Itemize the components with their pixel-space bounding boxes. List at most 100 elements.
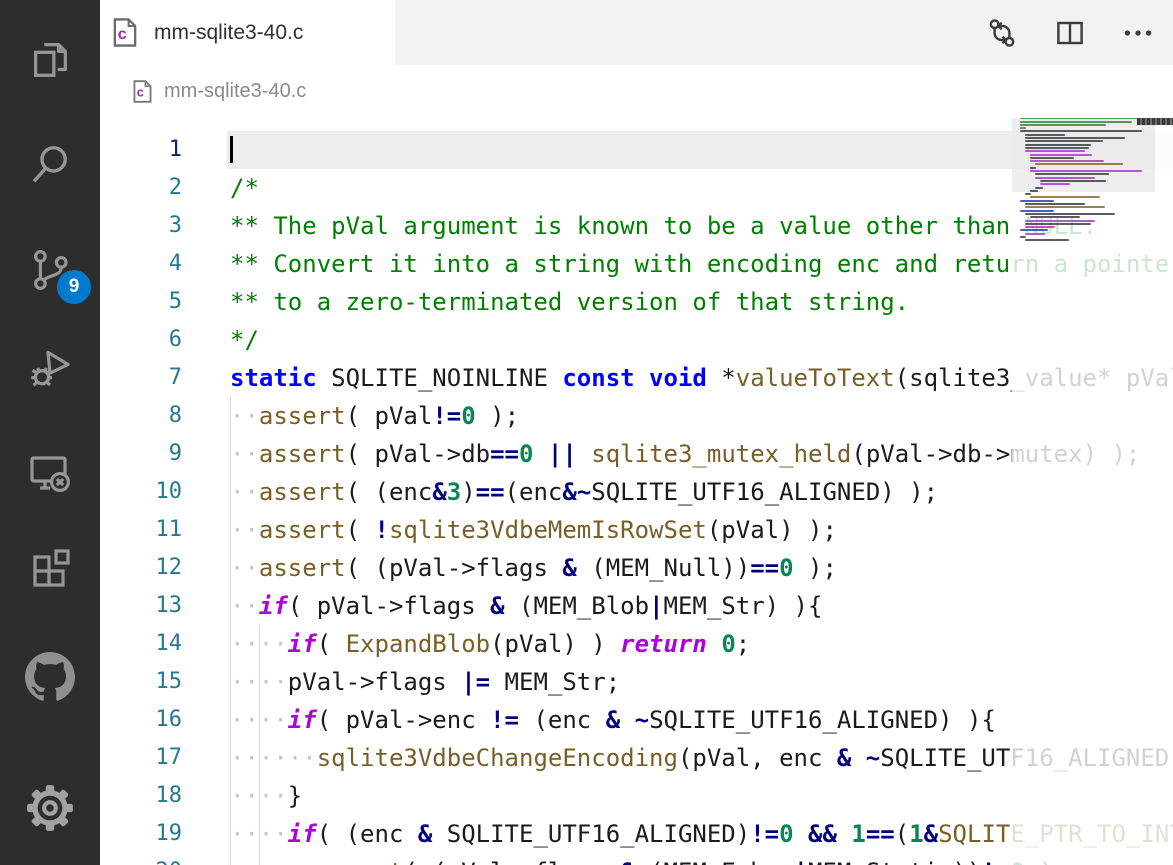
- token-pl: [794, 820, 808, 848]
- token-op: !=: [490, 706, 519, 734]
- line-number: 19: [100, 815, 182, 853]
- token-op: |=: [461, 668, 490, 696]
- token-num: 0: [779, 820, 793, 848]
- line-number: 11: [100, 511, 182, 549]
- token-op: &: [490, 592, 504, 620]
- token-ctl: return: [620, 630, 707, 658]
- minimap-row: [1025, 220, 1095, 222]
- token-fn: assert: [259, 402, 346, 430]
- minimap-code: [1020, 114, 1155, 243]
- activity-bar: 9: [0, 0, 100, 865]
- token-cm: */: [230, 326, 259, 354]
- token-pl: MEM_Static)): [808, 858, 981, 865]
- line-number: 20: [100, 853, 182, 865]
- token-op: ==: [866, 820, 895, 848]
- minimap-row: [1030, 157, 1074, 159]
- token-pl: ): [461, 478, 475, 506]
- github-icon[interactable]: [0, 641, 100, 713]
- minimap-row: [1030, 216, 1080, 218]
- token-op: &&: [808, 820, 837, 848]
- minimap-row: [1025, 203, 1085, 205]
- minimap-row: [1025, 150, 1085, 152]
- token-pl: [533, 440, 547, 468]
- token-num: 1: [851, 820, 865, 848]
- token-pl: }: [288, 782, 302, 810]
- minimap-row: [1020, 130, 1142, 132]
- minimap-row: [1025, 206, 1105, 208]
- tab-mm-sqlite3-40[interactable]: c mm-sqlite3-40.c: [100, 0, 395, 65]
- line-number: 8: [100, 397, 182, 435]
- line-number: 18: [100, 777, 182, 815]
- token-op: |: [794, 858, 808, 865]
- tab-label: mm-sqlite3-40.c: [154, 21, 303, 45]
- code-text: ··if( pVal->flags & (MEM_Blob|MEM_Str) )…: [182, 587, 822, 625]
- token-fn: ExpandBlob: [346, 630, 491, 658]
- token-pl: SQLITE_UTF16_ALIGNED) ){: [649, 706, 996, 734]
- token-pl: [851, 744, 865, 772]
- source-control-icon[interactable]: 9: [0, 234, 100, 306]
- minimap-row: [1020, 200, 1054, 202]
- token-fn: assert: [259, 554, 346, 582]
- token-op: !=: [750, 820, 779, 848]
- c-file-icon: c: [113, 18, 137, 47]
- remote-explorer-icon[interactable]: [0, 437, 100, 509]
- token-pl: ( (pVal->flags: [346, 554, 563, 582]
- split-editor-icon[interactable]: [1053, 16, 1087, 50]
- token-kw: const: [562, 364, 634, 392]
- token-ws: ··: [230, 402, 259, 430]
- token-pl: [577, 440, 591, 468]
- token-ctl: if: [288, 820, 317, 848]
- settings-gear-icon[interactable]: [0, 772, 100, 844]
- token-pl: [837, 820, 851, 848]
- line-number: 9: [100, 435, 182, 473]
- line-number: 10: [100, 473, 182, 511]
- code-text: ··assert( (enc&3)==(enc&~SQLITE_UTF16_AL…: [182, 473, 938, 511]
- token-pl: ( (enc: [346, 478, 433, 506]
- open-changes-icon[interactable]: [985, 16, 1019, 50]
- extensions-icon[interactable]: [0, 532, 100, 604]
- explorer-icon[interactable]: [0, 23, 100, 95]
- code-text: ······assert( (pVal->flags & (MEM_Ephem|…: [182, 853, 1068, 865]
- minimap-row: [1035, 187, 1043, 189]
- token-op: !: [375, 516, 389, 544]
- minimap[interactable]: [1012, 110, 1173, 865]
- files-icon: [27, 36, 73, 82]
- line-number: 4: [100, 245, 182, 283]
- breadcrumb[interactable]: c mm-sqlite3-40.c: [100, 65, 1173, 118]
- minimap-row: [1020, 121, 1132, 123]
- search-icon[interactable]: [0, 129, 100, 201]
- token-fn: valueToText: [736, 364, 895, 392]
- token-pl: [707, 630, 721, 658]
- token-kw: void: [649, 364, 707, 392]
- token-op: !=: [981, 858, 1010, 865]
- token-pl: SQLITE_NOINLINE: [317, 364, 563, 392]
- run-debug-icon[interactable]: [0, 334, 100, 406]
- indent-guide: [230, 397, 231, 865]
- token-num: 0: [519, 440, 533, 468]
- tab-bar: c mm-sqlite3-40.c: [100, 0, 1173, 65]
- token-ws: ··: [230, 592, 259, 620]
- code-text: ····if( pVal->enc != (enc & ~SQLITE_UTF1…: [182, 701, 996, 739]
- token-pl: (MEM_Ephem: [635, 858, 794, 865]
- token-pl: ( (enc: [317, 820, 418, 848]
- code-text: ··assert( (pVal->flags & (MEM_Null))==0 …: [182, 549, 837, 587]
- token-pl: MEM_Str) ){: [664, 592, 823, 620]
- token-pl: (MEM_Null)): [577, 554, 750, 582]
- minimap-row: [1020, 236, 1026, 238]
- token-ctl: if: [288, 630, 317, 658]
- token-fn: assert: [259, 478, 346, 506]
- minimap-row: [1030, 190, 1038, 192]
- token-pl: ( pVal->db: [346, 440, 491, 468]
- token-pl: ( pVal->enc: [317, 706, 490, 734]
- token-num: 0: [779, 554, 793, 582]
- token-pl: ( (pVal->flags: [403, 858, 620, 865]
- code-text: ····}: [182, 777, 302, 815]
- token-ws: ··: [230, 440, 259, 468]
- minimap-row: [1025, 233, 1045, 235]
- code-text: ··assert( pVal->db==0 || sqlite3_mutex_h…: [182, 435, 1140, 473]
- text-cursor: [230, 136, 233, 163]
- line-number: 2: [100, 169, 182, 207]
- more-actions-icon[interactable]: [1121, 16, 1155, 50]
- code-editor[interactable]: 12/*3** The pVal argument is known to be…: [100, 118, 1173, 865]
- token-pl: pVal->flags: [288, 668, 461, 696]
